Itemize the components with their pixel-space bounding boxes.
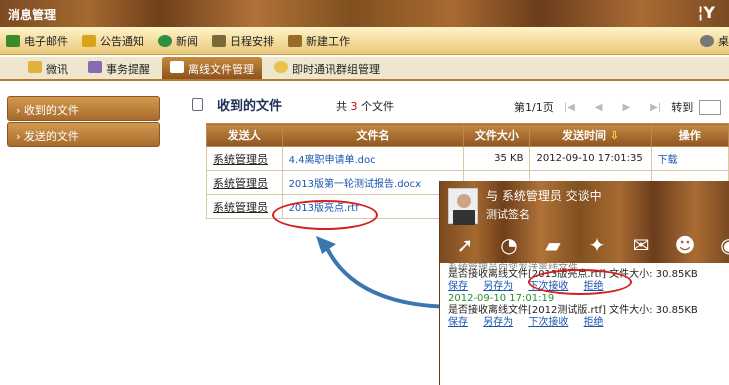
chat-toolbar: ➚ ◔ ▰ ✦ ✉ ☻ ◉ <box>450 231 729 259</box>
send-file-icon[interactable]: ➚ <box>450 231 480 259</box>
webcam-icon[interactable]: ◉ <box>714 231 729 259</box>
save-as-link[interactable]: 另存为 <box>483 281 513 292</box>
user-icon <box>453 194 475 225</box>
group-users-icon[interactable]: ☻ <box>670 231 700 259</box>
message-actions: 保存 另存为 下次接收 拒绝 <box>448 317 722 329</box>
reject-link[interactable]: 拒绝 <box>584 317 604 328</box>
chat-bubble-icon[interactable]: ◔ <box>494 231 524 259</box>
mail-icon[interactable]: ✉ <box>626 231 656 259</box>
receive-later-link[interactable]: 下次接收 <box>528 317 568 328</box>
message-text: 是否接收离线文件[2012测试版.rtf] 文件大小: 30.85KB <box>448 305 698 316</box>
chat-signature: 测试签名 <box>486 208 530 221</box>
avatar <box>448 188 478 225</box>
chat-header: 与 系统管理员 交谈中 <box>486 189 602 203</box>
satellite-icon[interactable]: ✦ <box>582 231 612 259</box>
folder-icon[interactable]: ▰ <box>538 231 568 259</box>
save-link[interactable]: 保存 <box>448 317 468 328</box>
save-as-link[interactable]: 另存为 <box>483 317 513 328</box>
save-link[interactable]: 保存 <box>448 281 468 292</box>
highlight-ellipse <box>528 269 632 295</box>
